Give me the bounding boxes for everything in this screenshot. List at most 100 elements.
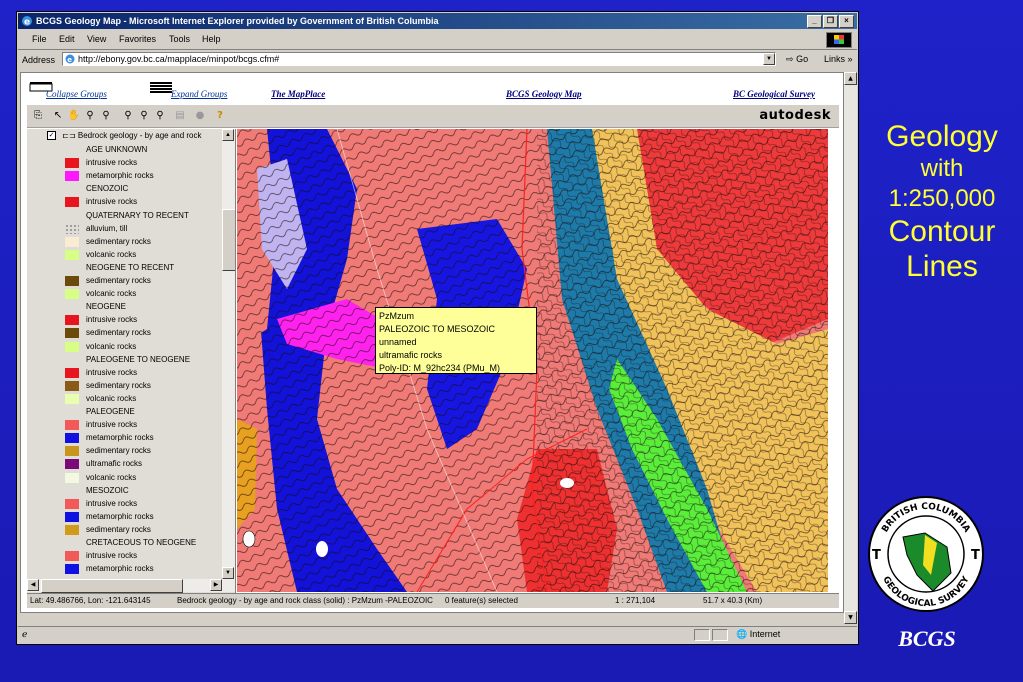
legend-swatch xyxy=(65,197,79,208)
title-bar[interactable]: e BCGS Geology Map - Microsoft Internet … xyxy=(18,13,857,29)
close-button[interactable]: × xyxy=(839,15,854,28)
print-icon[interactable]: ▤ xyxy=(173,109,187,123)
tooltip-line: Poly-ID: M_92hc234 (PMu_M) xyxy=(379,363,501,373)
globe-icon: 🌐 xyxy=(736,629,748,639)
legend-swatch xyxy=(65,551,79,562)
menu-bar: File Edit View Favorites Tools Help xyxy=(18,30,857,48)
help-icon[interactable]: ? xyxy=(213,109,227,123)
menu-view[interactable]: View xyxy=(87,34,106,44)
go-arrow-icon: ⇨ xyxy=(786,54,794,64)
zoom-in-icon[interactable]: ⚲ xyxy=(83,109,97,123)
legend-swatch xyxy=(65,289,79,300)
scroll-up-icon[interactable]: ▲ xyxy=(222,129,234,141)
scroll-left-icon[interactable]: ◀ xyxy=(27,579,39,591)
pan-hand-icon[interactable]: ✋ xyxy=(67,109,81,123)
bc-geological-survey-link[interactable]: BC Geological Survey xyxy=(733,89,815,99)
menu-edit[interactable]: Edit xyxy=(59,34,75,44)
legend-swatch xyxy=(65,171,79,182)
status-cell xyxy=(694,629,710,641)
layer-title-text: Bedrock geology - by age and rock xyxy=(77,131,202,140)
legend-scroll-thumb[interactable] xyxy=(222,209,235,271)
legend-swatch xyxy=(65,472,79,483)
legend-swatch xyxy=(65,223,79,234)
windows-logo-icon xyxy=(826,32,852,48)
legend-label: NEOGENE xyxy=(86,302,127,312)
legend-swatch xyxy=(65,315,79,326)
page-content: Collapse Groups Expand Groups The MapPla… xyxy=(20,72,844,613)
bc-geological-survey-seal: BRITISH COLUMBIA GEOLOGICAL SURVEY T T xyxy=(868,496,984,612)
address-field[interactable]: e http://ebony.gov.bc.ca/mapplace/minpot… xyxy=(62,52,776,66)
legend-swatch xyxy=(65,249,79,260)
zoom-width-icon[interactable]: ⚲ xyxy=(153,109,167,123)
legend-swatch xyxy=(65,393,79,404)
legend-hscroll-thumb[interactable] xyxy=(41,579,183,593)
legend-label: QUATERNARY TO RECENT xyxy=(86,210,189,220)
links-button[interactable]: Links » xyxy=(824,54,853,64)
legend-swatch xyxy=(65,446,79,457)
mapplace-link[interactable]: The MapPlace xyxy=(271,89,325,99)
selection-readout: 0 feature(s) selected xyxy=(445,596,518,605)
legend-horizontal-scrollbar[interactable]: ◀ ▶ xyxy=(27,579,235,593)
page-scroll-up-icon[interactable]: ▲ xyxy=(844,72,857,85)
zoom-out-icon[interactable]: ⚲ xyxy=(99,109,113,123)
legend-swatch xyxy=(65,420,79,431)
scale-readout: 1 : 271,104 xyxy=(615,596,656,605)
legend-label: CRETACEOUS TO NEOGENE xyxy=(86,538,197,547)
zoom-previous-icon[interactable]: ⚲ xyxy=(121,109,135,123)
menu-file[interactable]: File xyxy=(32,34,47,44)
map-nav-links: Collapse Groups Expand Groups The MapPla… xyxy=(21,73,843,101)
menu-help[interactable]: Help xyxy=(202,34,221,44)
tooltip-line: PzMzum xyxy=(379,311,415,321)
legend-label: NEOGENE TO RECENT xyxy=(86,262,175,272)
bcgs-geology-map-link[interactable]: BCGS Geology Map xyxy=(506,89,582,99)
map-status-bar: Lat: 49.486766, Lon: -121.643145 Bedrock… xyxy=(27,593,839,608)
legend-swatch xyxy=(65,564,79,575)
bcgs-footer: BCGS xyxy=(898,626,956,651)
layer-checkbox[interactable]: ✓ xyxy=(47,131,56,141)
address-dropdown-icon[interactable]: ▼ xyxy=(763,53,775,65)
legend-swatch xyxy=(65,341,79,352)
legend-label: PALEOGENE TO NEOGENE xyxy=(86,354,191,364)
minimize-button[interactable]: _ xyxy=(807,15,822,28)
legend-label: intrusive rocks xyxy=(86,158,138,168)
legend-label: sedimentary rocks xyxy=(86,328,151,338)
restore-button[interactable]: ❐ xyxy=(823,15,838,28)
legend-swatch xyxy=(65,511,79,522)
browser-window: e BCGS Geology Map - Microsoft Internet … xyxy=(16,11,859,645)
legend-label: sedimentary rocks xyxy=(86,524,151,534)
address-bar: Address e http://ebony.gov.bc.ca/mapplac… xyxy=(18,49,857,70)
page-scroll-down-icon[interactable]: ▼ xyxy=(844,611,857,624)
map-toolbar: ⎘ ↖ ✋ ⚲ ⚲ ⚲ ⚲ ⚲ ▤ ● ? autodesk xyxy=(27,105,839,128)
slide-title-line: 1:250,000 xyxy=(888,185,996,212)
slide-title-line: Geology xyxy=(886,120,998,153)
legend-vertical-scrollbar[interactable]: ▲ ▼ xyxy=(222,129,235,579)
legend-label: alluvium, till xyxy=(86,223,128,233)
legend-label: metamorphic rocks xyxy=(86,511,154,521)
legend-label: sedimentary rocks xyxy=(86,380,151,390)
slide-title: Geology with 1:250,000 Contour Lines xyxy=(862,120,1022,284)
stop-icon[interactable]: ● xyxy=(193,109,207,123)
legend-label: volcanic rocks xyxy=(86,249,137,259)
go-label: Go xyxy=(796,54,809,64)
legend-swatch xyxy=(65,524,79,535)
legend-swatch xyxy=(65,459,79,470)
menu-favorites[interactable]: Favorites xyxy=(119,34,156,44)
legend-swatch xyxy=(65,236,79,247)
legend-swatch xyxy=(65,498,79,509)
pointer-icon[interactable]: ↖ xyxy=(51,109,65,123)
page-vertical-scrollbar[interactable]: ▲ ▼ xyxy=(844,72,857,624)
copy-icon[interactable]: ⎘ xyxy=(31,109,45,123)
collapse-groups-link[interactable]: Collapse Groups xyxy=(46,89,107,99)
scroll-down-icon[interactable]: ▼ xyxy=(222,567,234,579)
slide-title-line: Lines xyxy=(906,250,978,283)
extent-readout: 51.7 x 40.3 (Km) xyxy=(703,596,763,605)
status-cell xyxy=(712,629,728,641)
expand-groups-icon[interactable] xyxy=(149,81,173,93)
expand-groups-link[interactable]: Expand Groups xyxy=(171,89,227,99)
menu-tools[interactable]: Tools xyxy=(169,34,190,44)
go-button[interactable]: ⇨ Go xyxy=(786,54,808,65)
zoom-goto-icon[interactable]: ⚲ xyxy=(137,109,151,123)
zone-label: Internet xyxy=(749,629,781,639)
scroll-right-icon[interactable]: ▶ xyxy=(210,579,222,591)
legend-layer-title[interactable]: ✓ ⊏⊐ Bedrock geology - by age and rock xyxy=(47,131,202,141)
